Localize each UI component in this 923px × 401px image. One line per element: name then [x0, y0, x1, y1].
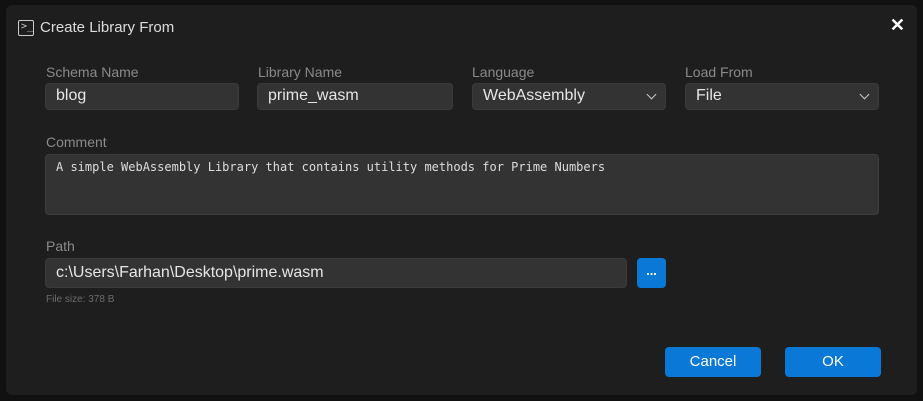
- create-library-dialog: >_ Create Library From ✕ Schema Name blo…: [6, 5, 917, 395]
- cancel-button[interactable]: Cancel: [665, 347, 761, 377]
- ok-button[interactable]: OK: [785, 347, 881, 377]
- comment-label: Comment: [46, 134, 107, 150]
- schema-name-input[interactable]: blog: [45, 83, 239, 110]
- schema-name-label: Schema Name: [46, 64, 139, 80]
- dialog-title: >_ Create Library From: [18, 19, 174, 36]
- language-select[interactable]: WebAssembly: [472, 83, 666, 110]
- terminal-icon: >_: [18, 19, 34, 36]
- load-from-label: Load From: [685, 64, 753, 80]
- path-input[interactable]: c:\Users\Farhan\Desktop\prime.wasm: [45, 258, 627, 288]
- dialog-title-text: Create Library From: [40, 19, 175, 36]
- library-name-label: Library Name: [258, 64, 343, 80]
- browse-button[interactable]: ...: [637, 258, 666, 288]
- comment-textarea[interactable]: A simple WebAssembly Library that contai…: [45, 154, 879, 215]
- load-from-select[interactable]: File: [685, 83, 879, 110]
- library-name-input[interactable]: prime_wasm: [257, 83, 453, 110]
- file-size-text: File size: 378 B: [46, 294, 115, 305]
- language-label: Language: [472, 64, 535, 80]
- close-button[interactable]: ✕: [890, 15, 905, 36]
- path-label: Path: [46, 238, 75, 254]
